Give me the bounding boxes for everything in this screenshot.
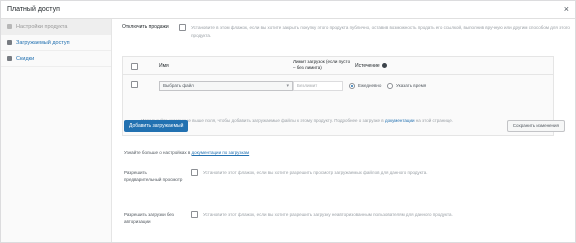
sidebar-item-label: Настройки продукта bbox=[16, 23, 68, 30]
row-checkbox[interactable] bbox=[131, 81, 138, 88]
option-description: Установите этот флажок, если вы хотите р… bbox=[203, 170, 428, 175]
option-label: Разрешить загрузки без авторизации bbox=[124, 212, 174, 224]
downloads-note: Используйте указанные выше поля, чтобы д… bbox=[141, 117, 551, 125]
download-icon bbox=[7, 40, 12, 45]
main-content: Отключить продажи Установите в этом флаж… bbox=[112, 19, 575, 242]
close-icon[interactable]: × bbox=[564, 5, 569, 14]
table-row: Выбрать файл ▾ Безлимит Ежедневно Указат… bbox=[123, 77, 553, 91]
option-row-guest-downloads: Разрешить загрузки без авторизации Устан… bbox=[124, 211, 453, 225]
sidebar-item-label: Скидки bbox=[16, 55, 35, 62]
sidebar: Настройки продукта Загружаемый доступ Ск… bbox=[1, 19, 112, 242]
option-checkbox[interactable] bbox=[191, 169, 198, 176]
save-changes-button[interactable]: Сохранить изменения bbox=[506, 120, 565, 132]
sidebar-item-discounts[interactable]: Скидки bbox=[1, 51, 111, 67]
downloads-table-header: Имя Лимит загрузок (если пусто – без лим… bbox=[123, 57, 553, 75]
tag-icon bbox=[7, 56, 12, 61]
gear-icon bbox=[7, 24, 12, 29]
option-row-preview: Разрешить предварительный просмотр Устан… bbox=[124, 169, 428, 183]
footnote-link[interactable]: документации по загрузкам bbox=[192, 150, 250, 155]
download-limit-placeholder: Безлимит bbox=[297, 83, 318, 88]
disable-sales-label: Отключить продажи bbox=[122, 24, 169, 30]
option-description: Установите этот флажок, если вы хотите р… bbox=[203, 212, 453, 217]
downloads-note-link[interactable]: документации bbox=[385, 118, 415, 123]
dialog-header: Платный доступ × bbox=[1, 1, 575, 19]
expiry-radio-custom[interactable] bbox=[387, 83, 393, 89]
select-all-checkbox[interactable] bbox=[131, 63, 138, 70]
option-label: Разрешить предварительный просмотр bbox=[124, 170, 183, 182]
file-select[interactable]: Выбрать файл ▾ bbox=[159, 81, 293, 91]
footnote-text: Узнайте больше о настройках в bbox=[124, 150, 192, 155]
expiry-radio-daily-label: Ежедневно bbox=[358, 83, 382, 88]
disable-sales-description: Установите в этом флажок, если вы хотите… bbox=[191, 25, 570, 38]
column-expiry: Истечение bbox=[355, 63, 387, 69]
chevron-down-icon: ▾ bbox=[286, 83, 289, 89]
sidebar-item-label: Загружаемый доступ bbox=[16, 39, 70, 46]
footnote: Узнайте больше о настройках в документац… bbox=[124, 150, 249, 155]
file-select-value: Выбрать файл bbox=[163, 83, 194, 88]
sidebar-item-downloadable-access[interactable]: Загружаемый доступ bbox=[1, 35, 111, 51]
option-checkbox[interactable] bbox=[191, 211, 198, 218]
column-limit: Лимит загрузок (если пусто – без лимита) bbox=[293, 59, 351, 70]
sidebar-item-product-settings[interactable]: Настройки продукта bbox=[1, 19, 111, 35]
column-expiry-label: Истечение bbox=[355, 63, 380, 69]
disable-sales-checkbox[interactable] bbox=[179, 24, 187, 31]
help-icon[interactable] bbox=[381, 63, 387, 69]
expiry-radio-custom-label: Указать время bbox=[396, 83, 427, 88]
download-limit-input[interactable]: Безлимит bbox=[293, 81, 343, 91]
add-download-button[interactable]: Добавить загружаемый bbox=[124, 120, 189, 132]
disable-sales-row: Отключить продажи Установите в этом флаж… bbox=[122, 24, 572, 40]
downloads-note-tail: на этой странице. bbox=[414, 118, 454, 123]
dialog-title: Платный доступ bbox=[7, 6, 60, 13]
download-settings-dialog: Платный доступ × Настройки продукта Загр… bbox=[0, 0, 576, 243]
expiry-radio-daily[interactable] bbox=[349, 83, 355, 89]
column-name: Имя bbox=[159, 63, 169, 69]
